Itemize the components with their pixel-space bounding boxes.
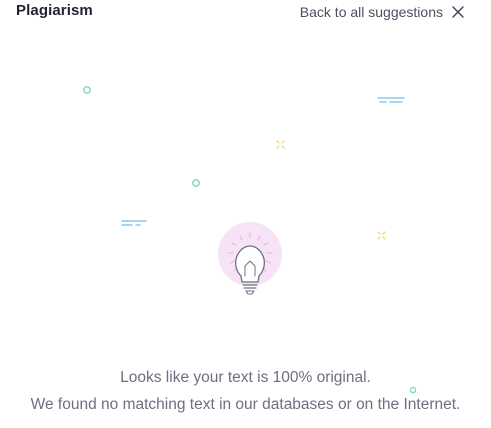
result-description: We found no matching text in our databas… bbox=[30, 396, 461, 413]
lightbulb-icon bbox=[218, 222, 282, 295]
ring-icon bbox=[409, 386, 417, 394]
sparkle-icon bbox=[377, 231, 386, 240]
ring-icon bbox=[83, 86, 91, 94]
ring-icon bbox=[192, 179, 200, 187]
no-plagiarism-illustration bbox=[83, 86, 417, 394]
sparkle-icon bbox=[276, 140, 285, 149]
plagiarism-panel: Plagiarism Back to all suggestions Looks… bbox=[0, 0, 491, 428]
result-headline: Looks like your text is 100% original. bbox=[120, 369, 371, 386]
dash-icon bbox=[377, 97, 405, 103]
dash-icon bbox=[121, 220, 147, 226]
